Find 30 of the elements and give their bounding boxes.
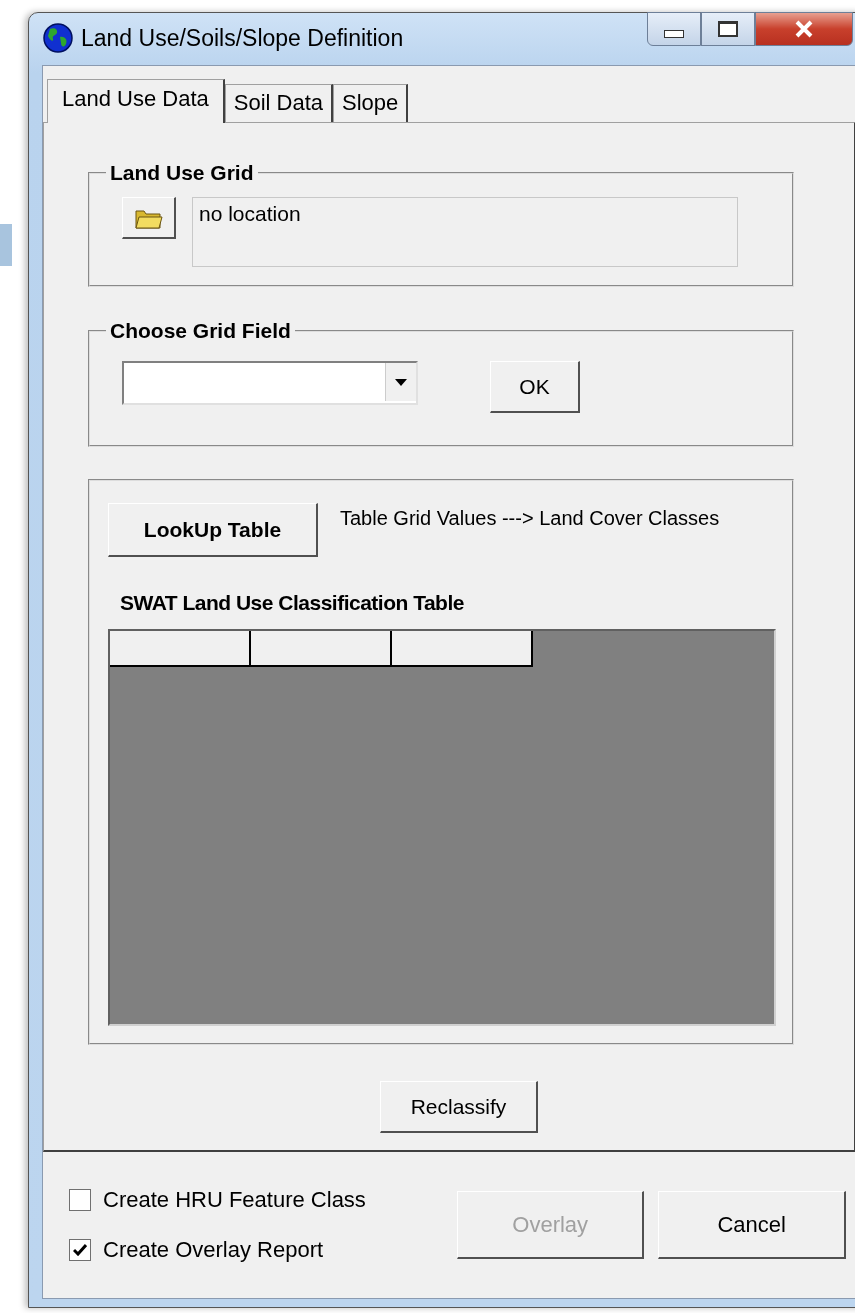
table-title: SWAT Land Use Classification Table: [120, 591, 465, 615]
browse-button[interactable]: [122, 197, 176, 239]
maximize-button[interactable]: [701, 12, 755, 46]
checkbox[interactable]: [69, 1239, 91, 1261]
ok-button[interactable]: OK: [490, 361, 580, 413]
close-icon: [794, 20, 814, 38]
globe-icon: [43, 23, 73, 53]
group-title: Land Use Grid: [109, 161, 255, 185]
minimize-button[interactable]: [647, 12, 701, 46]
reclassify-button[interactable]: Reclassify: [380, 1081, 538, 1133]
column-header[interactable]: [251, 631, 392, 667]
tab[interactable]: Slope: [333, 84, 409, 122]
location-field[interactable]: no location: [192, 197, 738, 267]
background-strip: [0, 224, 12, 266]
column-header[interactable]: [392, 631, 533, 667]
window-title: Land Use/Soils/Slope Definition: [81, 24, 405, 52]
close-button[interactable]: [755, 12, 853, 46]
tab[interactable]: Land Use Data: [47, 79, 225, 123]
dialog-button[interactable]: Cancel: [658, 1191, 846, 1259]
checkbox[interactable]: [69, 1189, 91, 1211]
caret-icon: [395, 378, 407, 386]
lookup-note: Table Grid Values ---> Land Cover Classes: [340, 506, 720, 529]
lookup-table-button[interactable]: LookUp Table: [108, 503, 318, 557]
checkbox-option[interactable]: Create HRU Feature Class: [69, 1187, 457, 1213]
tab[interactable]: Soil Data: [224, 84, 334, 122]
checkmark-icon: [73, 1244, 87, 1256]
column-header[interactable]: [110, 631, 251, 667]
group-title: Choose Grid Field: [109, 319, 292, 343]
grid-field-dropdown[interactable]: [122, 361, 418, 405]
checkbox-option[interactable]: Create Overlay Report: [69, 1237, 457, 1263]
